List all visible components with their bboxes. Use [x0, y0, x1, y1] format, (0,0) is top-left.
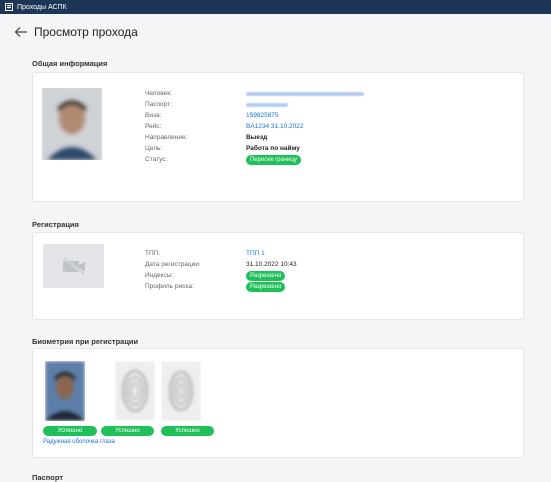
window-titlebar: Проходы АСПК: [0, 0, 551, 14]
field-risk-profile: Профиль риска: Разрешено: [145, 281, 297, 292]
registration-panel: ТПП: ТПП 1 Дата регистрации: 31.10.2022 …: [32, 232, 524, 320]
face-biometric-thumbnail[interactable]: [45, 361, 85, 421]
field-checkpoint: ТПП: ТПП 1: [145, 250, 265, 257]
field-person: Человек:: [145, 88, 364, 99]
back-arrow-icon[interactable]: [14, 26, 28, 38]
biometrics-panel: Успешно Успешно Успешно Радужная оболочк…: [32, 348, 524, 458]
camera-off-icon: [62, 257, 85, 275]
field-visa: Виза: 159825875: [145, 112, 279, 119]
risk-profile-badge: Разрешено: [246, 281, 286, 292]
page-title: Просмотр прохода: [34, 25, 138, 39]
no-photo-placeholder: [43, 244, 104, 288]
page-header: Просмотр прохода: [0, 14, 551, 50]
passport-number-redacted[interactable]: [246, 102, 288, 107]
window-title: Проходы АСПК: [17, 3, 67, 11]
direction-value: Выезд: [246, 134, 268, 141]
field-status: Статус: Пересек границу: [145, 154, 364, 165]
iris-link[interactable]: Радужная оболочка глаза: [43, 439, 115, 445]
flight-link[interactable]: BA1234 31.10.2022: [246, 123, 303, 130]
indexes-badge: Разрешено: [246, 270, 286, 281]
biometric-status-badge-1: Успешно: [43, 426, 97, 436]
person-photo: [42, 88, 102, 160]
field-passport: Паспорт:: [145, 99, 364, 110]
checkpoint-link[interactable]: ТПП 1: [246, 250, 265, 257]
status-badge: Пересек границу: [246, 154, 301, 165]
registration-fields: ТПП: ТПП 1 Дата регистрации: 31.10.2022 …: [145, 248, 297, 292]
fingerprint-thumbnail-1[interactable]: [115, 361, 155, 421]
field-direction: Направление: Выезд: [145, 134, 268, 141]
general-info-panel: Человек: Паспорт: Виза: 159825875 Рейс: …: [32, 72, 524, 202]
fingerprint-thumbnail-2[interactable]: [161, 361, 201, 421]
section-title-biometrics: Биометрия при регистрации: [32, 337, 139, 346]
purpose-value: Работа по найму: [246, 145, 300, 152]
section-title-registration: Регистрация: [32, 220, 79, 229]
section-title-general: Общая информация: [32, 59, 108, 68]
biometric-status-badge-3: Успешно: [161, 426, 214, 436]
visa-link[interactable]: 159825875: [246, 112, 279, 119]
registration-date-value: 31.10.2022 10:43: [246, 261, 297, 268]
person-name-redacted[interactable]: [246, 91, 364, 96]
field-flight: Рейс: BA1234 31.10.2022: [145, 123, 304, 130]
app-icon: [5, 3, 13, 11]
field-purpose: Цель: Работа по найму: [145, 145, 300, 152]
field-indexes: Индексы: Разрешено: [145, 270, 297, 281]
field-registration-date: Дата регистрации: 31.10.2022 10:43: [145, 261, 297, 268]
general-fields: Человек: Паспорт: Виза: 159825875 Рейс: …: [145, 88, 364, 165]
biometric-status-badge-2: Успешно: [101, 426, 154, 436]
